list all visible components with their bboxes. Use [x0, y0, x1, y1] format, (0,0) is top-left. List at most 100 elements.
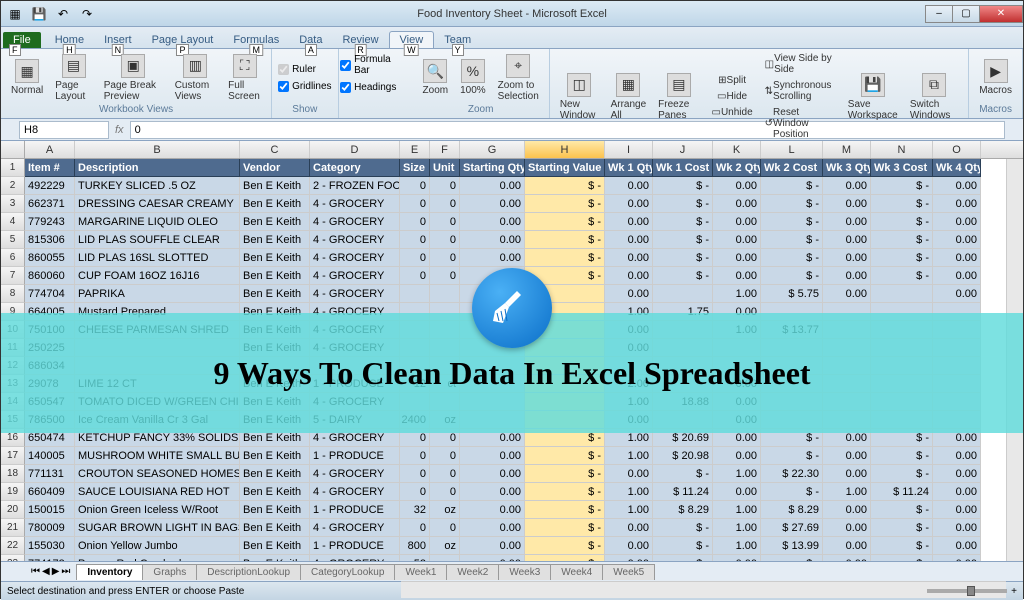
tab-home[interactable]: HomeH [45, 32, 94, 48]
cell[interactable]: 0.00 [823, 465, 871, 483]
cell[interactable]: $ - [871, 537, 933, 555]
cell[interactable] [871, 285, 933, 303]
tab-nav-last[interactable]: ⏭ [61, 566, 70, 577]
cell[interactable]: 0.00 [460, 177, 525, 195]
header-cell[interactable]: Description [75, 159, 240, 177]
column-header-H[interactable]: H [525, 141, 605, 158]
cell[interactable]: 0.00 [933, 285, 981, 303]
macros-button[interactable]: ▶Macros [975, 57, 1016, 98]
sheet-tab-week1[interactable]: Week1 [394, 564, 447, 580]
cell[interactable]: 815306 [25, 231, 75, 249]
cell[interactable]: Ben E Keith [240, 177, 310, 195]
cell[interactable]: 0 [430, 483, 460, 501]
cell[interactable]: Onion Green Iceless W/Root [75, 501, 240, 519]
cell[interactable]: Ben E Keith [240, 483, 310, 501]
cell[interactable]: 0.00 [713, 249, 761, 267]
cell[interactable]: $ - [525, 537, 605, 555]
header-cell[interactable]: Starting Qty [460, 159, 525, 177]
header-cell[interactable]: Category [310, 159, 400, 177]
header-cell[interactable]: Size [400, 159, 430, 177]
arrange-all-button[interactable]: ▦Arrange All [607, 71, 651, 123]
cell[interactable]: $ - [653, 231, 713, 249]
sheet-tab-week3[interactable]: Week3 [498, 564, 551, 580]
cell[interactable]: 0.00 [933, 447, 981, 465]
cell[interactable]: $ - [871, 501, 933, 519]
cell[interactable]: $ - [761, 195, 823, 213]
cell[interactable]: 0.00 [823, 555, 871, 561]
cell[interactable]: 0.00 [933, 249, 981, 267]
tab-page-layout[interactable]: Page LayoutP [142, 32, 224, 48]
cell[interactable]: 0 [400, 483, 430, 501]
zoom-button[interactable]: 🔍Zoom [419, 57, 453, 98]
cell[interactable]: 0 [400, 177, 430, 195]
row-header[interactable]: 1 [1, 159, 25, 177]
cell[interactable]: LID PLAS SOUFFLE CLEAR [75, 231, 240, 249]
cell[interactable]: 4 - GROCERY [310, 483, 400, 501]
cell[interactable]: 0.00 [823, 285, 871, 303]
cell[interactable]: $ 5.75 [761, 285, 823, 303]
cell[interactable]: CROUTON SEASONED HOMESTYLE [75, 465, 240, 483]
cell[interactable]: $ - [871, 195, 933, 213]
cell[interactable]: 150015 [25, 501, 75, 519]
column-header-A[interactable]: A [25, 141, 75, 158]
tab-nav-next[interactable]: ▶ [52, 566, 60, 577]
cell[interactable]: 2 - FROZEN FOOD [310, 177, 400, 195]
cell[interactable]: Ben E Keith [240, 501, 310, 519]
cell[interactable]: $ 8.29 [761, 501, 823, 519]
cell[interactable]: 1 - PRODUCE [310, 447, 400, 465]
cell[interactable]: 0.00 [605, 213, 653, 231]
cell[interactable]: 0.00 [460, 195, 525, 213]
row-header[interactable]: 8 [1, 285, 25, 303]
cell[interactable]: $ - [761, 177, 823, 195]
custom-views-button[interactable]: ▥Custom Views [171, 52, 220, 104]
cell[interactable]: 0 [400, 213, 430, 231]
cell[interactable]: 4 - GROCERY [310, 267, 400, 285]
cell[interactable]: 660409 [25, 483, 75, 501]
ruler-checkbox[interactable]: Ruler [278, 63, 316, 76]
cell[interactable]: oz [430, 501, 460, 519]
cell[interactable]: $ - [653, 249, 713, 267]
column-header-F[interactable]: F [430, 141, 460, 158]
column-header-O[interactable]: O [933, 141, 981, 158]
full-screen-button[interactable]: ⛶Full Screen [224, 52, 265, 104]
cell[interactable]: $ - [761, 249, 823, 267]
column-header-N[interactable]: N [871, 141, 933, 158]
cell[interactable]: $ - [871, 213, 933, 231]
column-header-J[interactable]: J [653, 141, 713, 158]
freeze-panes-button[interactable]: ▤Freeze Panes [654, 71, 703, 123]
cell[interactable]: 0.00 [713, 267, 761, 285]
page-break-button[interactable]: ▣Page Break Preview [100, 52, 167, 104]
header-cell[interactable]: Vendor [240, 159, 310, 177]
row-header[interactable]: 4 [1, 213, 25, 231]
name-box[interactable]: H8 [19, 121, 109, 139]
gridlines-checkbox[interactable]: Gridlines [278, 80, 331, 93]
zoom-selection-button[interactable]: ⌖Zoom to Selection [494, 52, 543, 104]
cell[interactable]: 0 [430, 519, 460, 537]
cell[interactable]: 0 [400, 195, 430, 213]
row-header[interactable]: 21 [1, 519, 25, 537]
sheet-tab-week5[interactable]: Week5 [602, 564, 655, 580]
cell[interactable]: 0.00 [713, 231, 761, 249]
cell[interactable]: SAUCE LOUISIANA RED HOT [75, 483, 240, 501]
cell[interactable]: 492229 [25, 177, 75, 195]
cell[interactable]: CUP FOAM 16OZ 16J16 [75, 267, 240, 285]
unhide-button[interactable]: ▭ Unhide [707, 105, 756, 120]
cell[interactable]: $ 20.98 [653, 447, 713, 465]
column-header-D[interactable]: D [310, 141, 400, 158]
row-header[interactable]: 18 [1, 465, 25, 483]
cell[interactable]: $ 22.30 [761, 465, 823, 483]
maximize-button[interactable]: ▢ [952, 5, 980, 23]
sheet-tab-descriptionlookup[interactable]: DescriptionLookup [196, 564, 301, 580]
cell[interactable]: $ - [653, 537, 713, 555]
column-header-B[interactable]: B [75, 141, 240, 158]
cell[interactable]: Pepper Red Crushed [75, 555, 240, 561]
cell[interactable]: 0.00 [605, 267, 653, 285]
cell[interactable] [430, 285, 460, 303]
header-cell[interactable]: Wk 4 Qty [933, 159, 981, 177]
header-cell[interactable]: Unit [430, 159, 460, 177]
cell[interactable]: 1 - PRODUCE [310, 537, 400, 555]
cell[interactable]: $ - [761, 555, 823, 561]
header-cell[interactable]: Wk 1 Qty [605, 159, 653, 177]
cell[interactable]: 1.00 [605, 501, 653, 519]
cell[interactable]: 0.00 [823, 267, 871, 285]
